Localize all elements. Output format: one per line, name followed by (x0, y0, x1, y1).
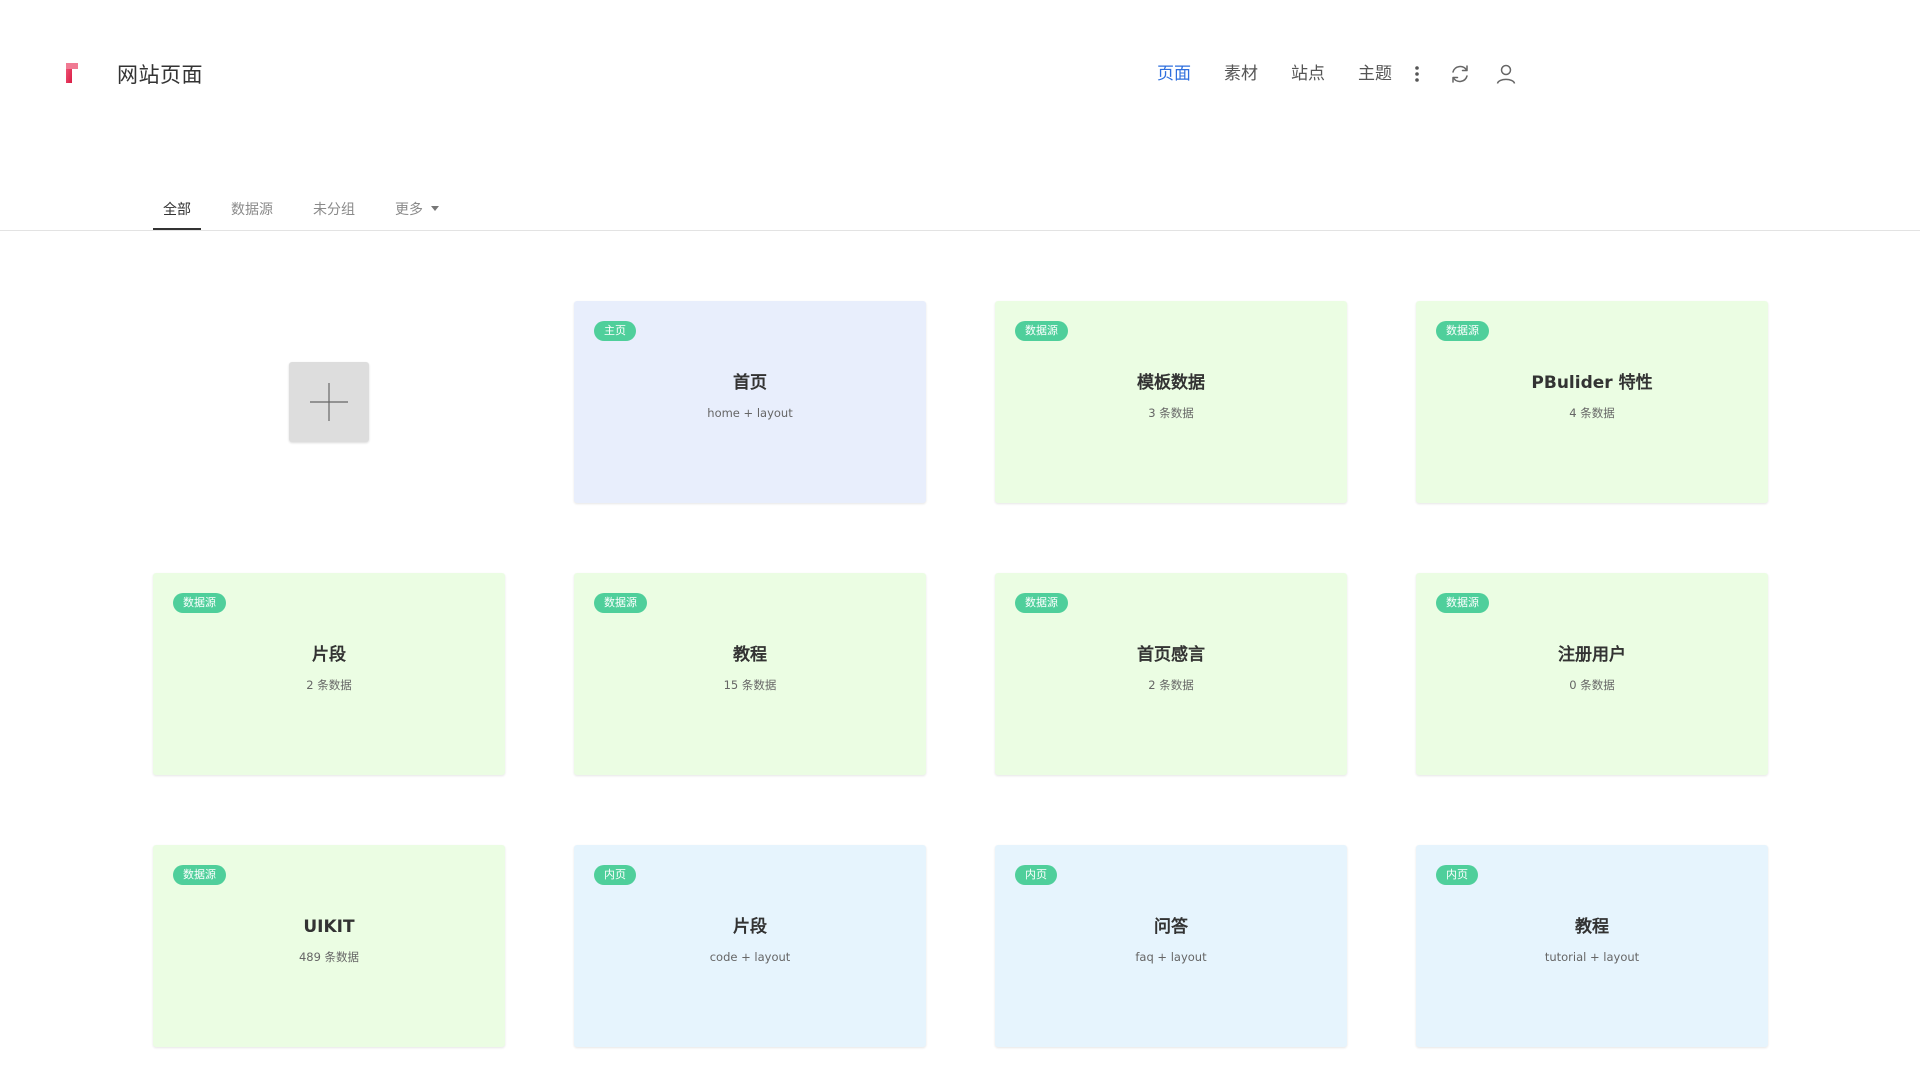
datasource-card[interactable]: 数据源 教程 15 条数据 (574, 573, 926, 775)
card-title: 教程 (733, 645, 767, 665)
card-title: 问答 (1154, 917, 1188, 937)
datasource-card[interactable]: 数据源 UIKIT 489 条数据 (153, 845, 505, 1047)
card-subtitle: 489 条数据 (298, 950, 360, 964)
card-title: 模板数据 (1137, 373, 1205, 393)
card-subtitle: code + layout (709, 950, 791, 964)
page-card[interactable]: 内页 片段 code + layout (574, 845, 926, 1047)
datasource-card[interactable]: 数据源 注册用户 0 条数据 (1416, 573, 1768, 775)
plus-icon (310, 383, 348, 421)
card-badge: 内页 (1436, 865, 1478, 885)
card-title: UIKIT (303, 917, 355, 937)
card-badge: 内页 (594, 865, 636, 885)
card-subtitle: 2 条数据 (1148, 678, 1194, 692)
card-subtitle: 3 条数据 (1148, 406, 1194, 420)
card-title: 片段 (312, 645, 346, 665)
add-page-button[interactable] (289, 362, 369, 442)
datasource-card[interactable]: 数据源 首页感言 2 条数据 (995, 573, 1347, 775)
datasource-card[interactable]: 数据源 PBulider 特性 4 条数据 (1416, 301, 1768, 503)
card-title: 教程 (1575, 917, 1609, 937)
card-badge: 数据源 (173, 593, 226, 613)
card-badge: 数据源 (1436, 321, 1489, 341)
card-badge: 数据源 (1015, 593, 1068, 613)
card-title: 首页感言 (1137, 645, 1205, 665)
datasource-card[interactable]: 数据源 片段 2 条数据 (153, 573, 505, 775)
card-subtitle: 2 条数据 (306, 678, 352, 692)
card-badge: 主页 (594, 321, 636, 341)
card-subtitle: tutorial + layout (1544, 950, 1640, 964)
card-subtitle: home + layout (707, 406, 793, 420)
page-card[interactable]: 主页 首页 home + layout (574, 301, 926, 503)
card-badge: 数据源 (594, 593, 647, 613)
card-title: 注册用户 (1558, 645, 1626, 665)
card-subtitle: 0 条数据 (1569, 678, 1615, 692)
card-title: PBulider 特性 (1531, 373, 1653, 393)
page-card[interactable]: 内页 教程 tutorial + layout (1416, 845, 1768, 1047)
card-title: 首页 (733, 373, 767, 393)
card-subtitle: faq + layout (1135, 950, 1207, 964)
page-card[interactable]: 内页 问答 faq + layout (995, 845, 1347, 1047)
datasource-card[interactable]: 数据源 模板数据 3 条数据 (995, 301, 1347, 503)
card-badge: 数据源 (1436, 593, 1489, 613)
card-badge: 内页 (1015, 865, 1057, 885)
card-subtitle: 4 条数据 (1569, 406, 1615, 420)
card-badge: 数据源 (1015, 321, 1068, 341)
page: 网站页面 页面 素材 站点 主题 全部 数据源 未分组 更多 主页 首页 hom… (0, 0, 1920, 1079)
page-grid: 主页 首页 home + layout 数据源 模板数据 3 条数据 数据源 P… (0, 0, 1920, 1079)
card-title: 片段 (733, 917, 767, 937)
card-badge: 数据源 (173, 865, 226, 885)
card-subtitle: 15 条数据 (723, 678, 777, 692)
